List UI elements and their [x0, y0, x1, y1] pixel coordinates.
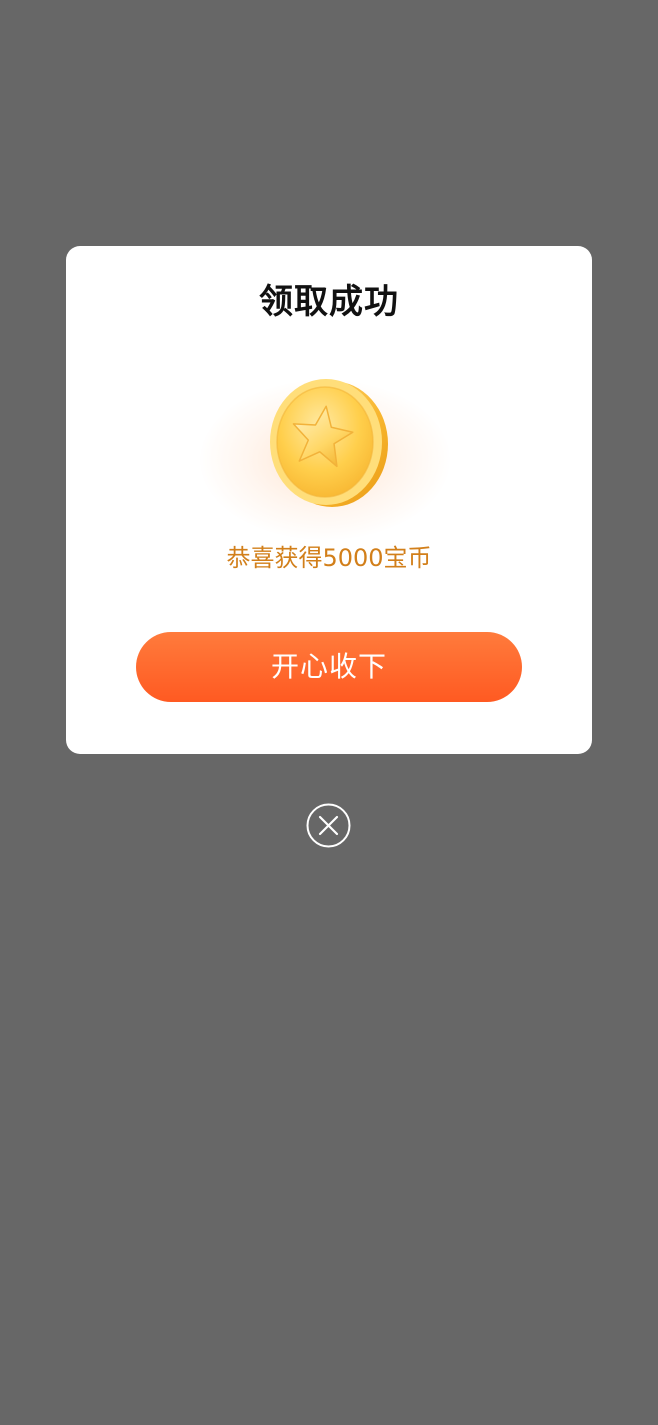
star-coin-icon: [270, 379, 388, 507]
accept-button[interactable]: 开心收下: [136, 632, 522, 702]
close-circle-icon[interactable]: [306, 803, 351, 848]
dialog-title: 领取成功: [259, 282, 399, 322]
reward-message: 恭喜获得5000宝币: [226, 544, 432, 572]
